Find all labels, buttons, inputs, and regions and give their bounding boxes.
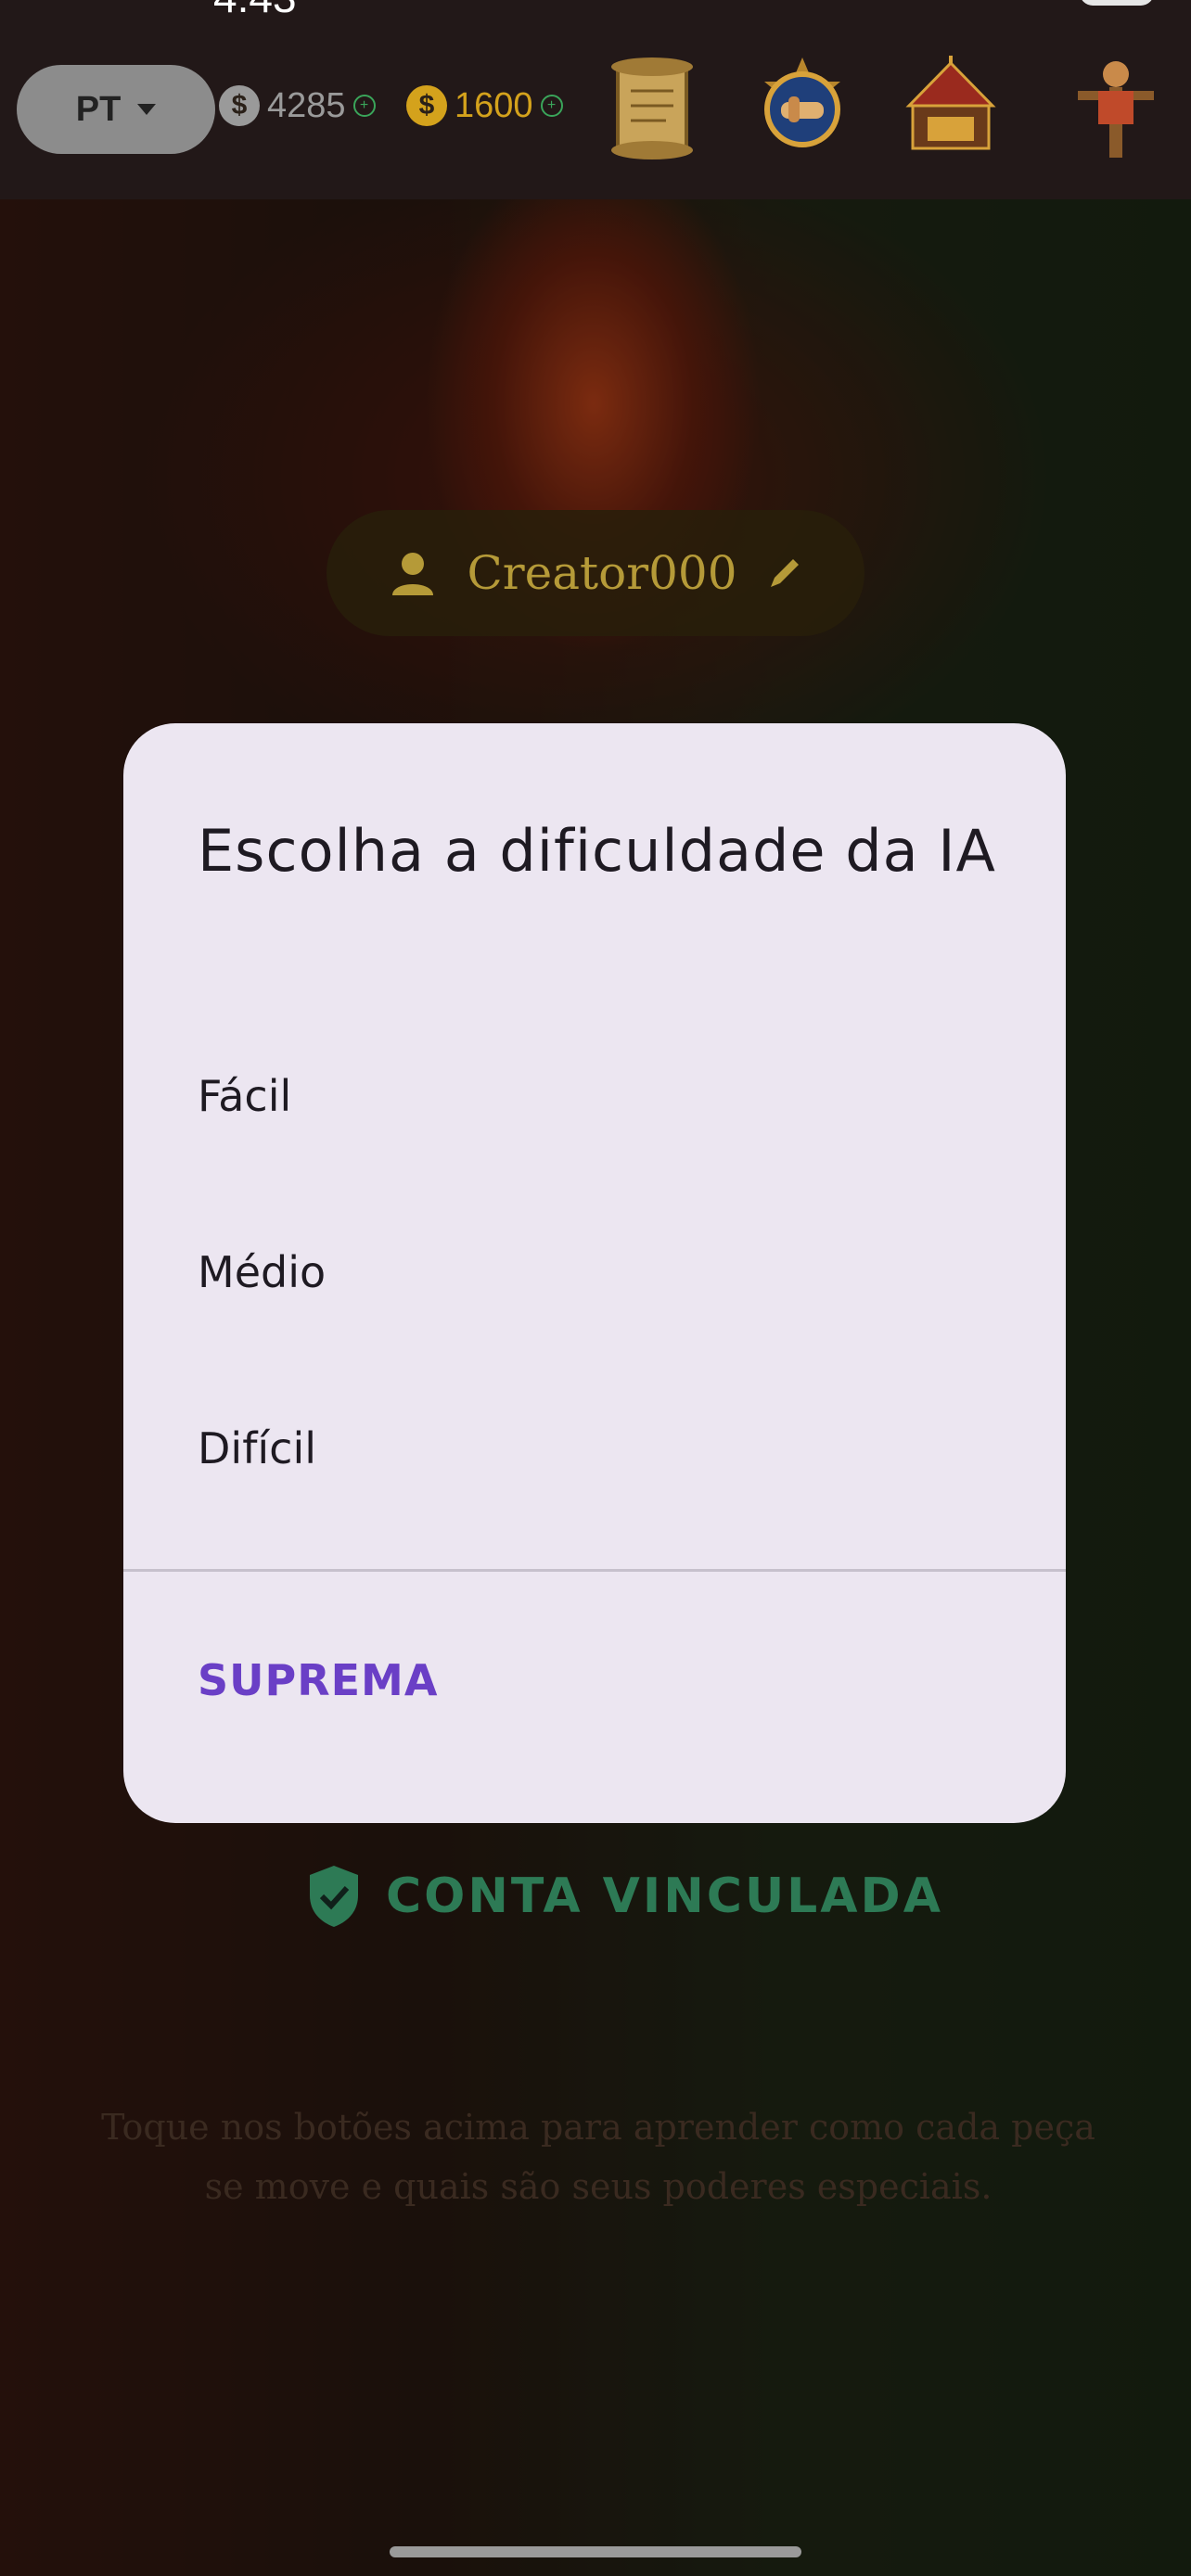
option-medium[interactable]: Médio <box>198 1247 326 1297</box>
username: Creator000 <box>467 546 737 600</box>
linked-account-label: CONTA VINCULADA <box>386 1868 943 1924</box>
difficulty-dialog: Escolha a dificuldade da IA Fácil Médio … <box>123 723 1066 1823</box>
option-hard[interactable]: Difícil <box>198 1423 316 1473</box>
gold-coin-icon: $ <box>406 85 447 126</box>
top-bar: 4:43 PT $ 4285 + $ 1600 + <box>0 0 1191 199</box>
linked-account-status: CONTA VINCULADA <box>306 1864 943 1929</box>
silver-coin-icon: $ <box>219 85 260 126</box>
training-dummy-icon[interactable] <box>1065 54 1167 163</box>
alliance-icon[interactable] <box>751 54 853 163</box>
edit-pencil-icon[interactable] <box>765 554 804 593</box>
caret-down-icon <box>137 104 157 115</box>
add-gold-icon[interactable]: + <box>540 95 563 117</box>
shield-check-icon <box>310 1866 358 1927</box>
dialog-divider <box>123 1569 1066 1572</box>
battery-indicator <box>1080 0 1154 6</box>
option-easy[interactable]: Fácil <box>198 1071 291 1121</box>
silver-amount: 4285 <box>267 85 346 125</box>
scroll-icon[interactable] <box>601 54 703 163</box>
user-icon <box>392 553 434 595</box>
shop-icon[interactable] <box>900 54 1002 163</box>
gold-currency[interactable]: $ 1600 + <box>406 85 563 126</box>
gold-amount: 1600 <box>455 85 533 125</box>
home-indicator[interactable] <box>390 2546 801 2557</box>
profile-name-chip[interactable]: Creator000 <box>327 510 864 636</box>
language-selector[interactable]: PT <box>17 65 215 154</box>
language-label: PT <box>75 89 122 129</box>
suprema-button[interactable]: SUPREMA <box>198 1655 438 1705</box>
help-text: Toque nos botões acima para aprender com… <box>101 2107 1095 2207</box>
add-silver-icon[interactable]: + <box>352 95 376 117</box>
silver-currency[interactable]: $ 4285 + <box>219 85 376 126</box>
status-time: 4:43 <box>213 0 297 22</box>
dialog-title: Escolha a dificuldade da IA <box>198 817 996 885</box>
